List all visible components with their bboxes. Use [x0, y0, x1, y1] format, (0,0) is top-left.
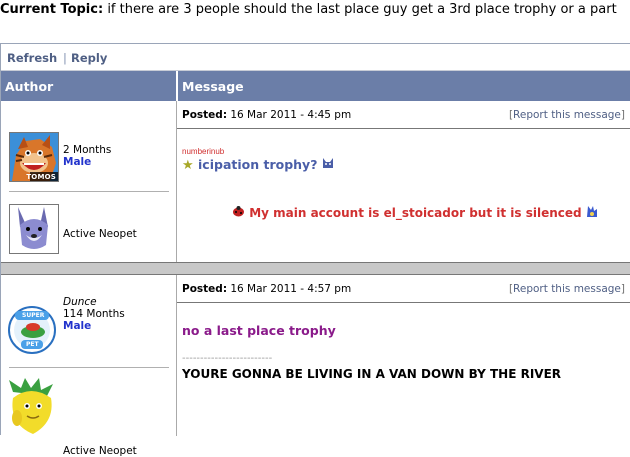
account-age: 2 Months — [63, 144, 112, 156]
account-age: 114 Months — [63, 308, 125, 320]
author-info: Dunce 114 Months Male — [63, 296, 125, 332]
post-text-line: My main account is el_stoicador but it i… — [249, 206, 582, 220]
post-separator — [1, 262, 630, 275]
post-body: numberinub ★ icipation trophy? My main a… — [177, 129, 630, 262]
topic-label: Current Topic: — [0, 2, 104, 17]
user-avatar[interactable]: TOMOS — [9, 132, 59, 182]
post-text-line: icipation trophy? — [198, 157, 318, 172]
reply-link[interactable]: Reply — [71, 51, 107, 65]
pet-status: Active Neopet — [63, 445, 137, 457]
message-board: Refresh | Reply Author Message TOMOS 2 M… — [0, 43, 630, 457]
report-message-link[interactable]: Report this message — [513, 109, 621, 121]
neopet-avatar[interactable] — [7, 378, 57, 434]
star-icon: ★ — [182, 158, 194, 173]
message-column-header: Message — [178, 71, 630, 101]
post-author-panel: SUPER PET Dunce 114 Months Male Active N… — [1, 275, 177, 457]
kacheek-emoticon-icon — [586, 206, 597, 217]
topic-title: if there are 3 people should the last pl… — [107, 2, 617, 17]
posted-date: 16 Mar 2011 - 4:57 pm — [230, 283, 352, 295]
badge-text-top: SUPER — [22, 312, 45, 319]
signature-rule: ------------------------- — [182, 353, 273, 364]
post-header: Posted: 16 Mar 2011 - 4:45 pm [Report th… — [177, 101, 630, 129]
post-author-panel: TOMOS 2 Months Male Active Neopet — [1, 101, 177, 262]
pet-status: Active Neopet — [63, 228, 137, 240]
signature-text: YOURE GONNA BE LIVING IN A VAN DOWN BY T… — [182, 367, 562, 381]
posted-label: Posted: — [182, 109, 228, 121]
report-message-link[interactable]: Report this message — [513, 283, 621, 295]
author-divider — [9, 367, 169, 368]
quoted-username: numberinub — [182, 147, 225, 156]
cat-emoticon-icon — [322, 158, 333, 168]
avatar-caption: TOMOS — [26, 173, 56, 181]
badge-text-bottom: PET — [26, 341, 39, 348]
board-toolbar: Refresh | Reply — [1, 44, 630, 71]
post-header: Posted: 16 Mar 2011 - 4:57 pm [Report th… — [177, 275, 630, 303]
author-divider — [9, 191, 169, 192]
yellow-pet-icon — [9, 378, 53, 434]
post-body: no a last place trophy -----------------… — [177, 303, 630, 436]
post-text-line: no a last place trophy — [182, 323, 336, 338]
gender-label: Male — [63, 320, 92, 332]
ladybug-icon — [233, 206, 244, 217]
neopet-avatar[interactable] — [9, 204, 59, 254]
super-pet-badge[interactable]: SUPER PET — [7, 305, 57, 355]
posted-label: Posted: — [182, 283, 228, 295]
gender-label: Male — [63, 156, 92, 168]
toolbar-separator: | — [63, 51, 67, 65]
author-name[interactable]: Dunce — [63, 296, 125, 308]
current-topic: Current Topic: if there are 3 people sho… — [0, 2, 630, 17]
wolf-pet-icon — [10, 205, 58, 253]
author-column-header: Author — [1, 71, 176, 101]
author-info: 2 Months Male — [63, 144, 111, 168]
posted-date: 16 Mar 2011 - 4:45 pm — [230, 109, 352, 121]
refresh-link[interactable]: Refresh — [7, 51, 57, 65]
